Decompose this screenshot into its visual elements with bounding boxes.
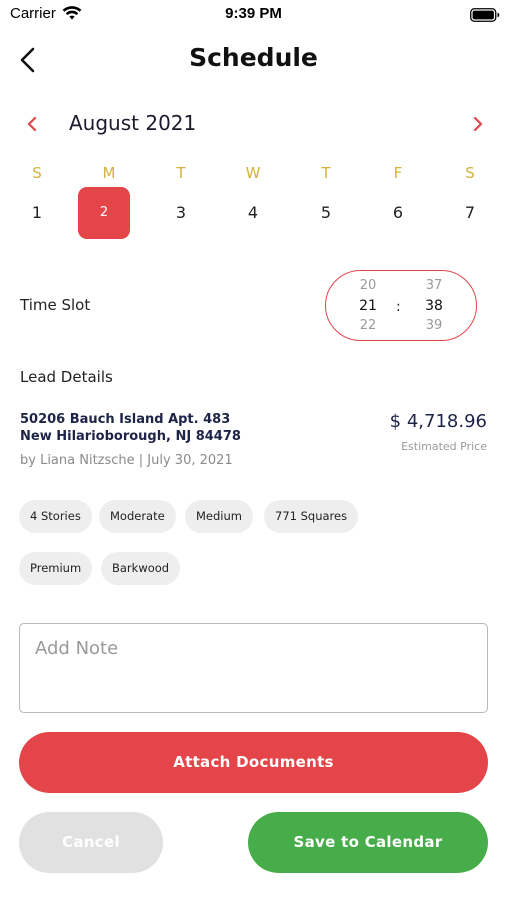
tag-chip: Premium bbox=[19, 552, 93, 585]
tag-chip: Medium bbox=[185, 500, 253, 533]
add-note-field[interactable] bbox=[19, 623, 488, 713]
battery-icon bbox=[470, 7, 500, 26]
weekday-wednesday: W bbox=[245, 164, 261, 182]
tag-chip: Barkwood bbox=[101, 552, 181, 585]
calendar-day[interactable]: 6 bbox=[372, 187, 424, 239]
hour-selected[interactable]: 21 bbox=[348, 298, 388, 314]
calendar-day[interactable]: 1 bbox=[11, 187, 63, 239]
tag-chip: 771 Squares bbox=[264, 500, 359, 533]
status-bar: Carrier 9:39 PM bbox=[0, 0, 507, 30]
calendar-day[interactable]: 5 bbox=[300, 187, 352, 239]
time-slot-label: Time Slot bbox=[20, 296, 91, 314]
weekday-friday: F bbox=[393, 164, 403, 182]
address-line-2: New Hilarioborough, NJ 84478 bbox=[20, 429, 241, 444]
weekday-thursday: T bbox=[321, 164, 331, 182]
minute-option[interactable]: 37 bbox=[414, 278, 454, 293]
time-separator: : bbox=[396, 299, 401, 315]
chevron-right-icon bbox=[473, 116, 483, 132]
calendar-day[interactable]: 4 bbox=[227, 187, 279, 239]
weekday-sunday: S bbox=[32, 164, 42, 182]
calendar-day[interactable]: 7 bbox=[444, 187, 496, 239]
save-to-calendar-button[interactable]: Save to Calendar bbox=[248, 812, 488, 873]
address-line-1: 50206 Bauch Island Apt. 483 bbox=[20, 412, 231, 427]
tag-chip: 4 Stories bbox=[19, 500, 92, 533]
author-date-line: by Liana Nitzsche | July 30, 2021 bbox=[20, 453, 233, 468]
minute-option[interactable]: 39 bbox=[414, 318, 454, 333]
weekday-tuesday: T bbox=[176, 164, 186, 182]
calendar-day[interactable]: 3 bbox=[155, 187, 207, 239]
chevron-left-icon bbox=[27, 116, 37, 132]
page-title: Schedule bbox=[189, 43, 318, 72]
status-time: 9:39 PM bbox=[225, 5, 282, 22]
calendar-day-selected[interactable]: 2 bbox=[78, 187, 130, 239]
estimated-price-label: Estimated Price bbox=[401, 440, 487, 453]
weekday-monday: M bbox=[102, 164, 116, 182]
lead-details-title: Lead Details bbox=[20, 368, 113, 386]
next-month-button[interactable] bbox=[468, 112, 488, 136]
tag-chip: Moderate bbox=[99, 500, 176, 533]
cancel-button[interactable]: Cancel bbox=[19, 812, 163, 873]
attach-documents-button[interactable]: Attach Documents bbox=[19, 732, 488, 793]
month-label: August 2021 bbox=[69, 111, 197, 135]
weekday-saturday: S bbox=[465, 164, 475, 182]
hour-option[interactable]: 22 bbox=[348, 318, 388, 333]
time-picker[interactable]: 20 21 22 : 37 38 39 bbox=[325, 270, 477, 341]
minute-selected[interactable]: 38 bbox=[414, 298, 454, 314]
prev-month-button[interactable] bbox=[22, 112, 42, 136]
hour-option[interactable]: 20 bbox=[348, 278, 388, 293]
estimated-price: $ 4,718.96 bbox=[389, 411, 487, 432]
